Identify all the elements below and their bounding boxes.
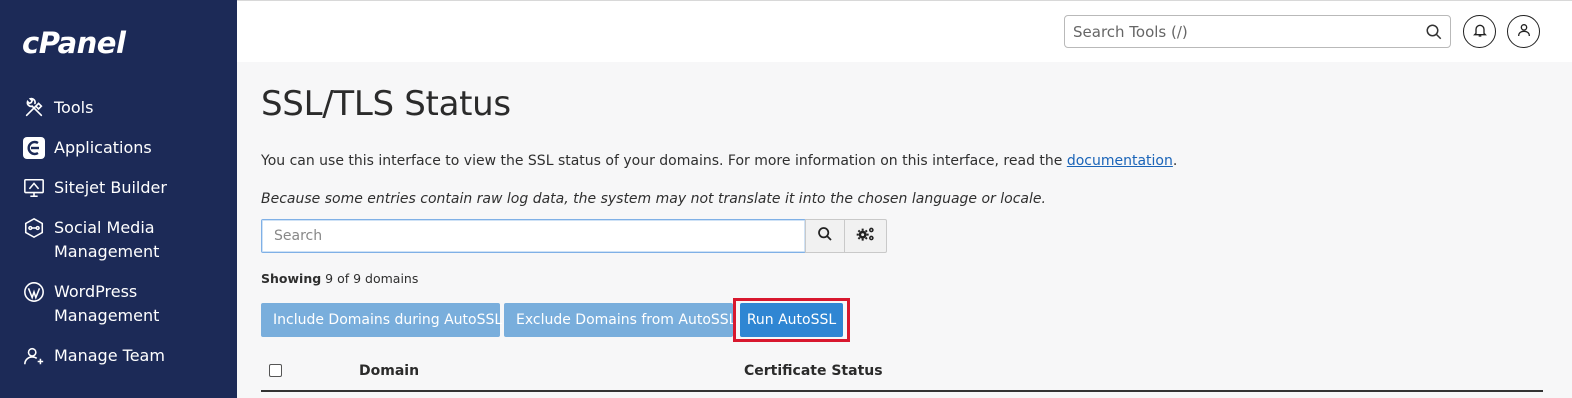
sidebar-item-label: Sitejet Builder — [54, 178, 167, 197]
sidebar-item-label: Applications — [54, 138, 152, 157]
bell-icon — [1472, 22, 1488, 42]
sidebar-item-applications[interactable]: Applications — [0, 136, 194, 160]
sidebar-item-wordpress[interactable]: WordPress Management — [0, 280, 194, 328]
column-certificate-status[interactable]: Certificate Status — [744, 363, 883, 379]
exclude-domains-button[interactable]: Exclude Domains from AutoSSL — [504, 303, 736, 337]
include-domains-button[interactable]: Include Domains during AutoSSL — [261, 303, 502, 337]
search-tools-input[interactable] — [1065, 16, 1415, 47]
notifications-button[interactable] — [1463, 15, 1496, 48]
user-menu-button[interactable] — [1507, 15, 1540, 48]
sidebar-item-label: WordPress Management — [54, 282, 160, 325]
sidebar-item-label: Social Media Management — [54, 218, 160, 261]
sidebar-item-tools[interactable]: Tools — [0, 96, 194, 120]
description-end: . — [1172, 153, 1178, 169]
sitejet-icon — [22, 176, 46, 200]
cpanel-logo[interactable]: cPanel — [22, 26, 126, 60]
applications-icon — [22, 136, 46, 160]
locale-note: Because some entries contain raw log dat… — [261, 191, 1046, 207]
sidebar-item-label: Manage Team — [54, 346, 165, 365]
user-icon — [1516, 22, 1532, 42]
social-media-icon — [22, 216, 46, 240]
manage-team-icon — [22, 344, 46, 368]
documentation-link[interactable]: documentation — [1067, 153, 1173, 169]
search-icon[interactable] — [1425, 23, 1443, 41]
table-settings-button[interactable] — [844, 219, 887, 253]
page-title: SSL/TLS Status — [261, 84, 511, 124]
page-description: You can use this interface to view the S… — [261, 153, 1177, 169]
top-header — [237, 0, 1572, 62]
select-all-checkbox[interactable] — [269, 364, 282, 377]
sidebar-item-sitejet-builder[interactable]: Sitejet Builder — [0, 176, 194, 200]
run-autossl-button[interactable]: Run AutoSSL — [740, 303, 843, 337]
domain-search-input[interactable] — [261, 219, 806, 253]
search-tools-box — [1064, 15, 1451, 48]
showing-count: Showing 9 of 9 domains — [261, 271, 418, 286]
column-domain[interactable]: Domain — [359, 363, 419, 379]
table-header: Domain Certificate Status — [261, 355, 1543, 392]
sidebar-item-label: Tools — [54, 98, 94, 117]
tools-icon — [22, 96, 46, 120]
wordpress-icon — [22, 280, 46, 304]
gears-icon — [856, 226, 876, 246]
search-icon — [817, 226, 833, 246]
domain-search-button[interactable] — [805, 219, 845, 253]
app-root: cPanel Tools Applications Sitejet Builde… — [0, 0, 1572, 398]
sidebar-item-manage-team[interactable]: Manage Team — [0, 344, 194, 368]
main-content: SSL/TLS Status You can use this interfac… — [237, 62, 1572, 398]
showing-value: 9 of 9 domains — [325, 271, 419, 286]
showing-label: Showing — [261, 271, 322, 286]
sidebar: cPanel Tools Applications Sitejet Builde… — [0, 0, 237, 398]
sidebar-item-social-media[interactable]: Social Media Management — [0, 216, 194, 264]
highlight-box: Run AutoSSL — [733, 298, 850, 342]
description-text: You can use this interface to view the S… — [261, 153, 1067, 169]
